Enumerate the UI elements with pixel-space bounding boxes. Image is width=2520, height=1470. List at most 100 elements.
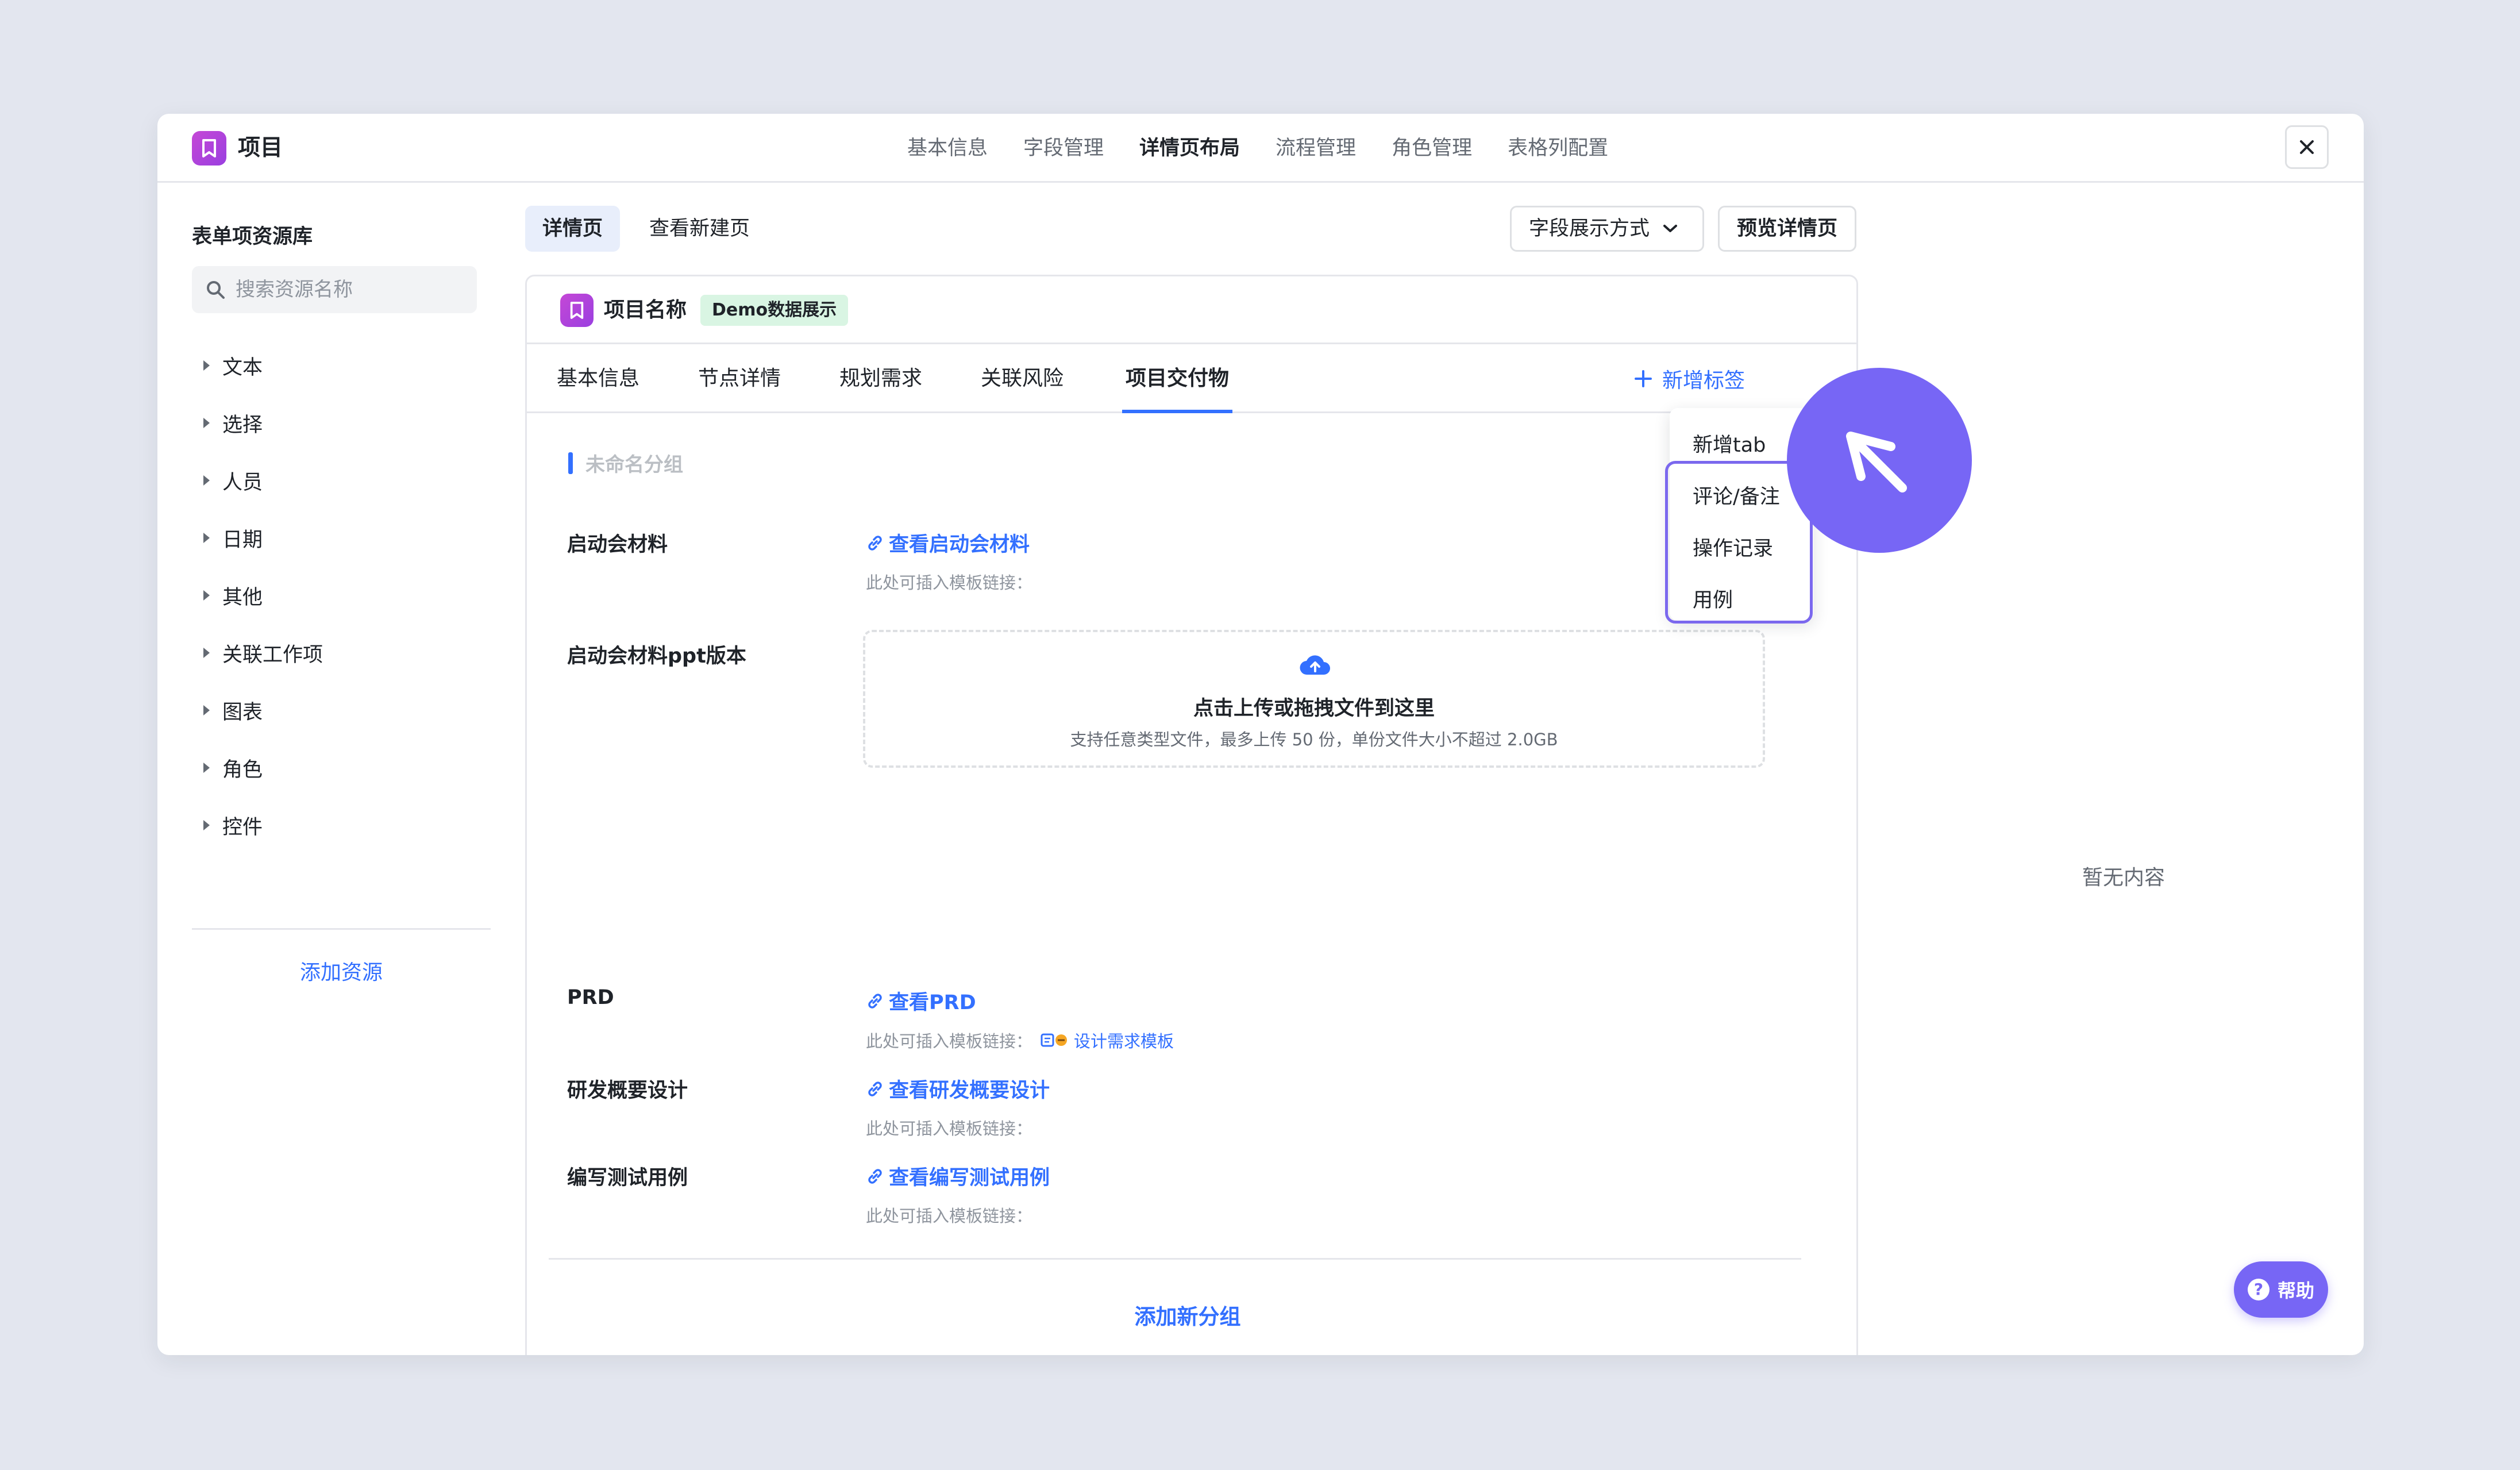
- field-label-kickoff-materials: 启动会材料: [567, 533, 668, 556]
- category-related-workitem[interactable]: 关联工作项: [203, 624, 323, 682]
- group-divider: [549, 1258, 1801, 1260]
- project-name: 项目名称: [604, 298, 687, 322]
- caret-right-icon: [203, 648, 210, 658]
- link-icon: [868, 1168, 882, 1184]
- tab-detail-page[interactable]: 详情页: [525, 206, 621, 252]
- nav-tab-detail-layout[interactable]: 详情页布局: [1139, 131, 1240, 166]
- nav-tab-field-management[interactable]: 字段管理: [1023, 131, 1104, 166]
- caret-right-icon: [203, 475, 210, 486]
- template-hint-text: 此处可插入模板链接：: [866, 1206, 1033, 1226]
- tab-planned-requirements[interactable]: 规划需求: [839, 344, 922, 413]
- category-label: 人员: [222, 471, 263, 494]
- close-button[interactable]: [2285, 125, 2329, 169]
- resource-sidebar: 表单项资源库 文本 选择 人员 日期 其他 关联工作项 图表 角色 控件 添加资…: [157, 183, 502, 1355]
- group-title-label: 未命名分组: [585, 453, 683, 476]
- template-hint: 此处可插入模板链接： 设计需求模板: [866, 1028, 1174, 1052]
- field-label-prd: PRD: [567, 986, 614, 1009]
- rd-design-link[interactable]: 查看研发概要设计: [866, 1074, 1050, 1103]
- category-label: 角色: [222, 758, 263, 782]
- category-text[interactable]: 文本: [203, 337, 323, 394]
- question-icon: ?: [2247, 1279, 2269, 1300]
- category-label: 文本: [222, 356, 263, 379]
- tab-related-risks[interactable]: 关联风险: [981, 344, 1064, 413]
- title-bar: 项目 基本信息 字段管理 详情页布局 流程管理 角色管理 表格列配置: [157, 114, 2364, 183]
- resource-search: [192, 266, 477, 313]
- template-hint-text: 此处可插入模板链接：: [866, 1119, 1033, 1138]
- search-input[interactable]: [236, 278, 465, 301]
- add-tag-button[interactable]: 新增标签: [1633, 361, 1745, 396]
- link-label: 查看PRD: [889, 991, 976, 1014]
- upload-title: 点击上传或拖拽文件到这里: [1193, 697, 1435, 720]
- project-icon: [560, 294, 594, 327]
- caret-right-icon: [203, 590, 210, 601]
- kickoff-materials-link[interactable]: 查看启动会材料: [866, 528, 1030, 557]
- category-label: 日期: [222, 528, 263, 552]
- card-header: 项目名称 Demo数据展示: [527, 276, 1856, 344]
- link-label: 查看启动会材料: [889, 533, 1030, 556]
- detail-preview-card: 项目名称 Demo数据展示 基本信息 节点详情 规划需求 关联风险 项目交付物 …: [525, 275, 1858, 1355]
- template-hint: 此处可插入模板链接：: [866, 569, 1032, 594]
- prd-link[interactable]: 查看PRD: [866, 986, 976, 1015]
- nav-tab-basic-info[interactable]: 基本信息: [907, 131, 988, 166]
- nav-tab-roles[interactable]: 角色管理: [1392, 131, 1472, 166]
- category-select[interactable]: 选择: [203, 394, 323, 452]
- field-label-test-cases: 编写测试用例: [567, 1167, 688, 1190]
- chevron-down-icon: [1663, 225, 1678, 232]
- group-title[interactable]: 未命名分组: [568, 449, 683, 477]
- search-icon: [207, 281, 225, 299]
- field-display-dropdown[interactable]: 字段展示方式: [1510, 206, 1704, 252]
- file-upload-area[interactable]: 点击上传或拖拽文件到这里 支持任意类型文件，最多上传 50 份，单份文件大小不超…: [863, 630, 1765, 768]
- help-button[interactable]: ? 帮助: [2234, 1261, 2328, 1318]
- category-label: 图表: [222, 701, 263, 724]
- menu-item-new-tab[interactable]: 新增tab: [1693, 429, 1766, 458]
- add-resource-button[interactable]: 添加资源: [157, 956, 525, 986]
- close-icon: [2300, 140, 2314, 154]
- template-hint-text: 此处可插入模板链接：: [866, 1032, 1033, 1051]
- template-hint: 此处可插入模板链接：: [866, 1203, 1032, 1227]
- category-label: 控件: [222, 815, 263, 839]
- template-hint-text: 此处可插入模板链接：: [866, 573, 1033, 592]
- top-nav: 基本信息 字段管理 详情页布局 流程管理 角色管理 表格列配置: [907, 131, 1608, 166]
- caret-right-icon: [203, 763, 210, 773]
- caret-right-icon: [203, 820, 210, 830]
- field-label-rd-design: 研发概要设计: [567, 1079, 688, 1102]
- nav-tab-table-columns[interactable]: 表格列配置: [1508, 131, 1608, 166]
- caret-right-icon: [203, 360, 210, 371]
- link-icon: [868, 1081, 882, 1096]
- app-title: 项目: [238, 135, 283, 161]
- field-label-kickoff-ppt: 启动会材料ppt版本: [567, 645, 746, 668]
- tab-project-deliverables[interactable]: 项目交付物: [1122, 344, 1233, 413]
- arrow-up-left-icon: [1846, 432, 1907, 492]
- preview-detail-button[interactable]: 预览详情页: [1718, 206, 1857, 252]
- category-label: 其他: [222, 586, 263, 609]
- add-tag-label: 新增标签: [1662, 369, 1745, 392]
- category-label: 关联工作项: [222, 643, 323, 667]
- category-role[interactable]: 角色: [203, 739, 323, 796]
- link-icon: [868, 535, 882, 551]
- category-label: 选择: [222, 413, 263, 437]
- test-cases-link[interactable]: 查看编写测试用例: [866, 1161, 1050, 1191]
- template-hint: 此处可插入模板链接：: [866, 1115, 1032, 1140]
- template-link-label: 设计需求模板: [1074, 1032, 1174, 1051]
- design-template-link[interactable]: 设计需求模板: [1041, 1028, 1174, 1052]
- category-other[interactable]: 其他: [203, 567, 323, 624]
- plus-icon: [1635, 370, 1652, 387]
- empty-state-text: 暂无内容: [2082, 866, 2165, 890]
- pointer-highlight: [1787, 368, 1972, 553]
- tab-node-details[interactable]: 节点详情: [698, 344, 781, 413]
- category-person[interactable]: 人员: [203, 452, 323, 509]
- cloud-upload-icon: [1300, 655, 1330, 675]
- app-logo-icon: [192, 131, 226, 166]
- nav-tab-workflow[interactable]: 流程管理: [1276, 131, 1356, 166]
- detail-tabs: 基本信息 节点详情 规划需求 关联风险 项目交付物 新增标签: [527, 344, 1856, 413]
- app-window: 项目 基本信息 字段管理 详情页布局 流程管理 角色管理 表格列配置 表单项资源…: [157, 114, 2364, 1355]
- field-display-label: 字段展示方式: [1529, 217, 1650, 240]
- category-list: 文本 选择 人员 日期 其他 关联工作项 图表 角色 控件: [203, 337, 323, 854]
- resource-library-title: 表单项资源库: [192, 225, 313, 248]
- tab-view-create-page[interactable]: 查看新建页: [632, 206, 767, 252]
- category-chart[interactable]: 图表: [203, 682, 323, 739]
- category-control[interactable]: 控件: [203, 796, 323, 854]
- category-date[interactable]: 日期: [203, 509, 323, 567]
- add-group-button[interactable]: 添加新分组: [527, 1299, 1848, 1330]
- tab-basic-info[interactable]: 基本信息: [557, 344, 639, 413]
